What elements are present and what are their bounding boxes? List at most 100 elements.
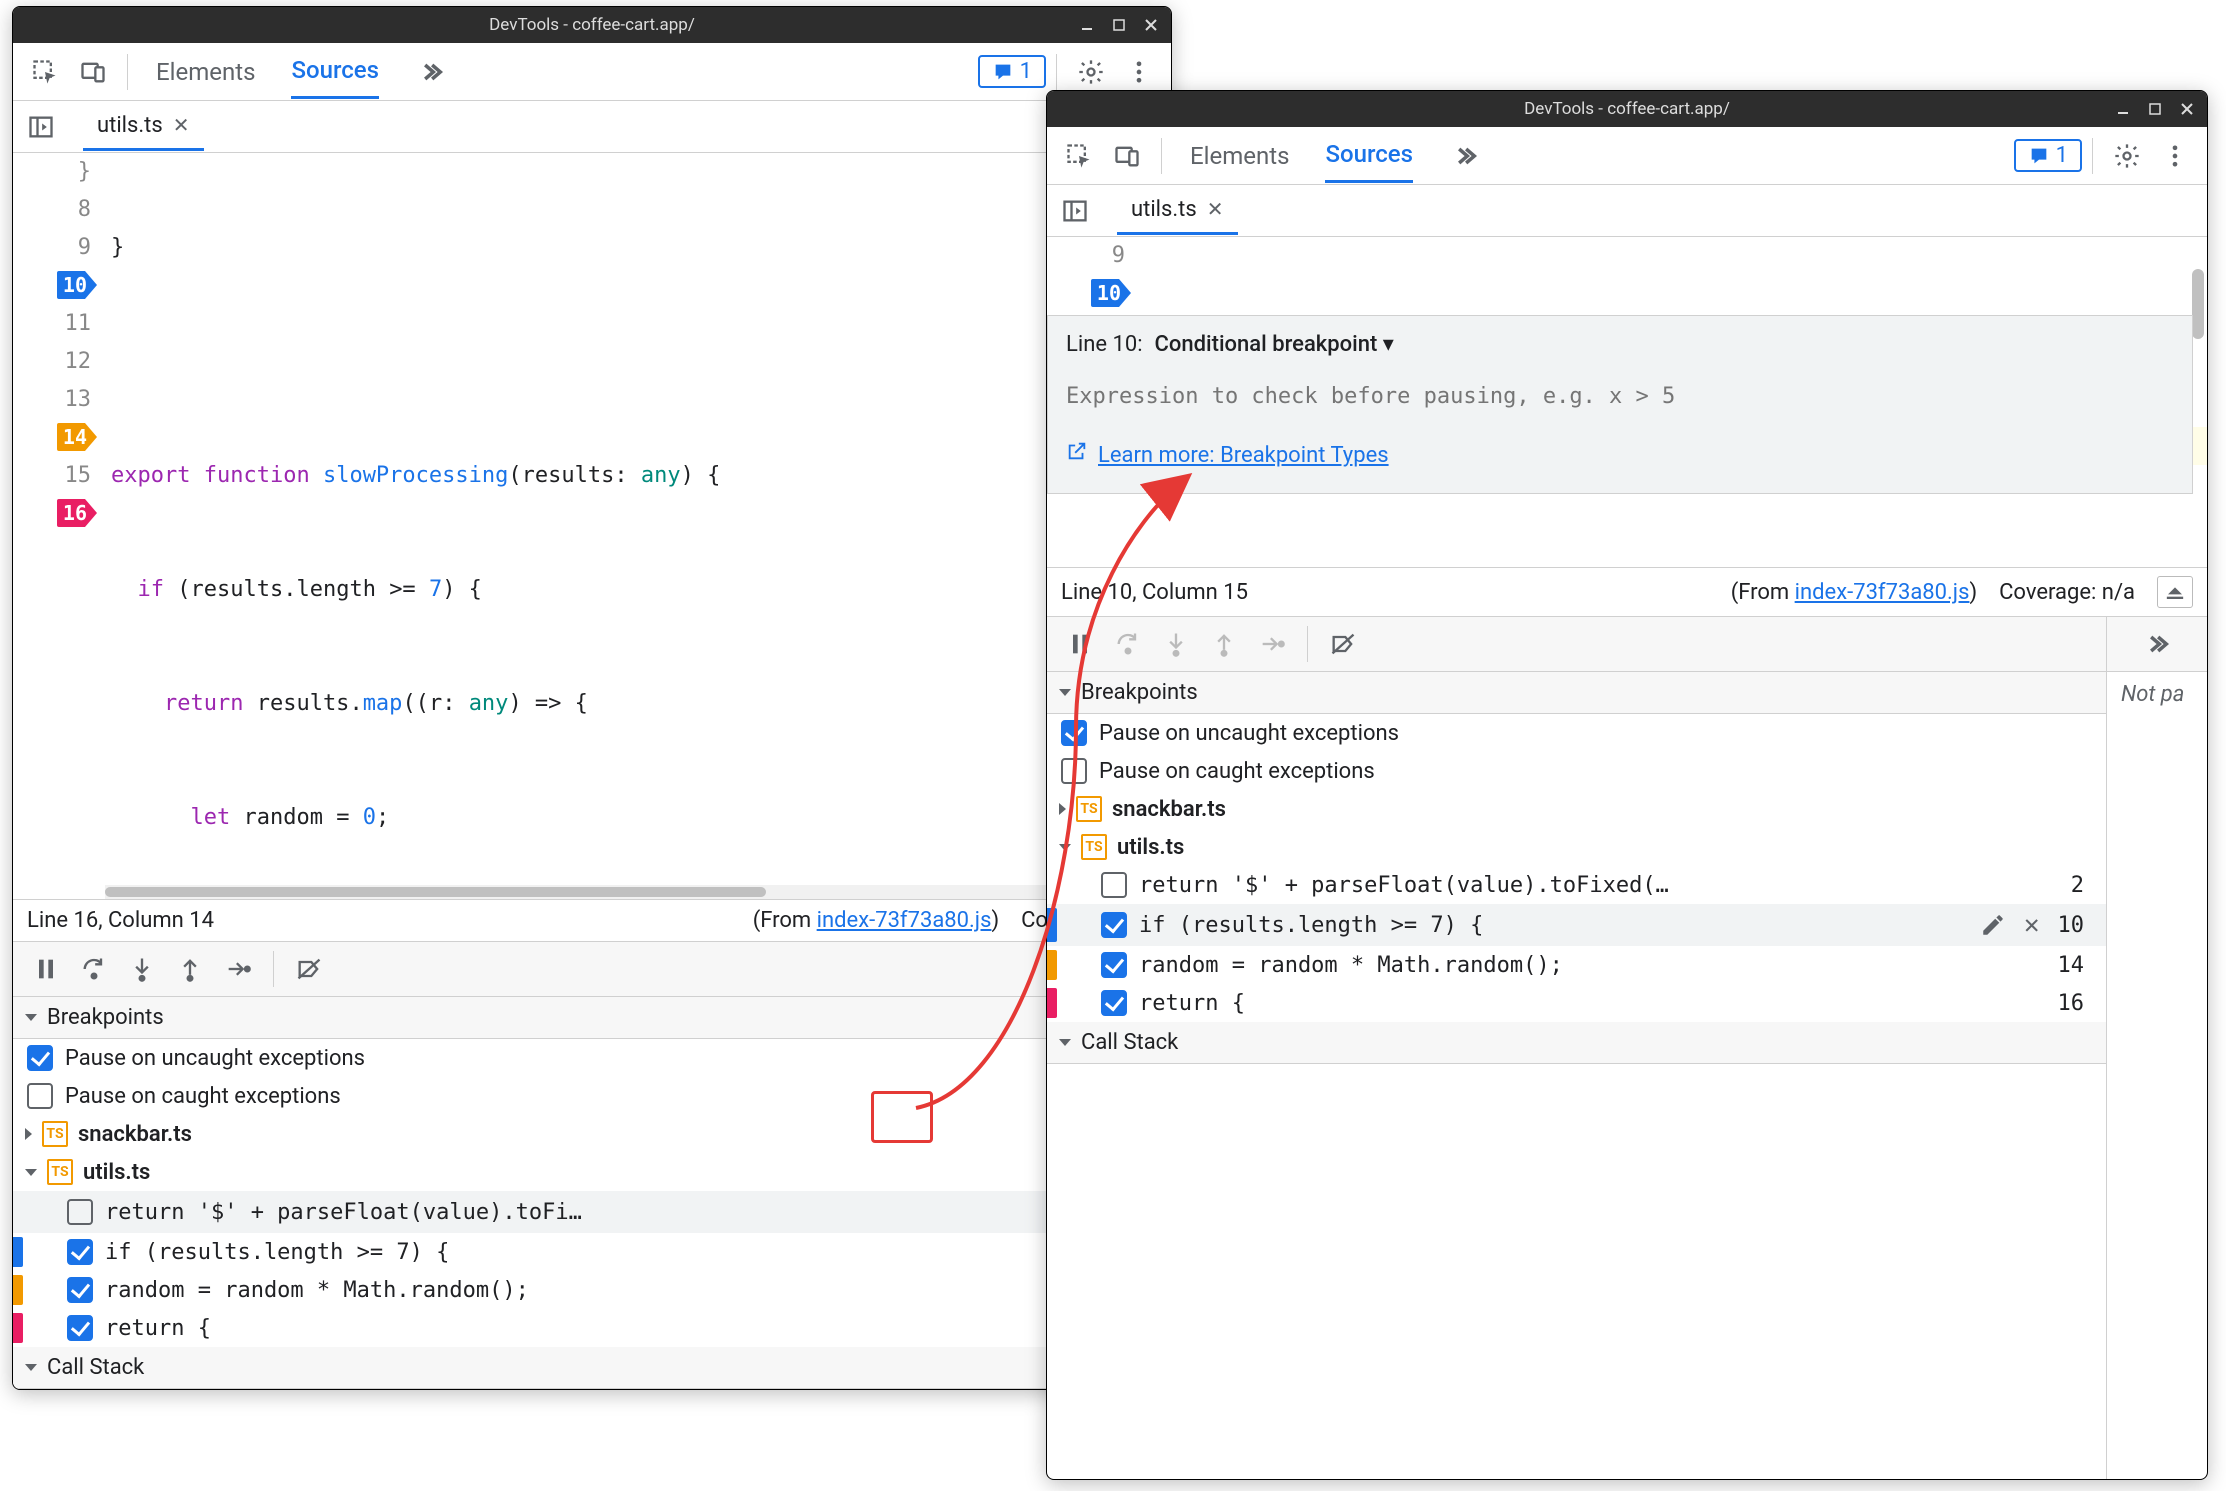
collapse-icon[interactable] [2157,576,2193,608]
breakpoint-marker-icon[interactable]: 14 [57,423,97,451]
code-editor[interactable]: } 8 9 10 11 12 13 ?14 15 16 } export fun… [13,153,1171,885]
breakpoint-item[interactable]: return {16 [1047,984,2106,1022]
callstack-header[interactable]: Call Stack [13,1347,1171,1389]
window-minimize-button[interactable] [2109,98,2137,120]
inspect-element-icon[interactable] [21,48,69,96]
source-map-link[interactable]: index-73f73a80.js [1795,580,1970,605]
checkbox-icon[interactable] [67,1239,93,1265]
navigator-toggle-icon[interactable] [1053,187,1097,235]
coverage-info: Coverage: n/a [1999,580,2135,605]
tab-sources[interactable]: Sources [1325,128,1413,183]
breakpoint-file-snackbar[interactable]: TSsnackbar.ts [13,1115,1171,1153]
breakpoint-file-utils[interactable]: TSutils.ts [1047,828,2106,866]
file-tab-utils[interactable]: utils.ts ✕ [83,103,204,151]
learn-more-link[interactable]: Learn more: Breakpoint Types [1066,437,1389,475]
step-out-icon[interactable] [167,948,213,990]
source-map-link[interactable]: index-73f73a80.js [817,908,992,933]
checkbox-icon[interactable] [1061,720,1087,746]
breakpoint-file-snackbar[interactable]: TSsnackbar.ts [1047,790,2106,828]
checkbox-icon[interactable] [1101,912,1127,938]
checkbox-icon[interactable] [67,1315,93,1341]
step-into-icon[interactable] [119,948,165,990]
step-out-icon[interactable] [1201,623,1247,665]
callstack-header[interactable]: Call Stack [1047,1022,2106,1064]
kebab-menu-icon[interactable] [2151,132,2199,180]
breakpoint-marker-icon[interactable]: 10 [1091,279,1131,307]
settings-gear-icon[interactable] [1067,48,1115,96]
window-titlebar[interactable]: DevTools - coffee-cart.app/ [1047,91,2207,127]
deactivate-breakpoints-icon[interactable] [286,948,332,990]
horizontal-scrollbar[interactable] [105,885,1171,899]
editor-statusbar: Line 16, Column 14 (From index-73f73a80.… [13,899,1171,941]
pause-caught-row[interactable]: Pause on caught exceptions [1047,752,2106,790]
window-title: DevTools - coffee-cart.app/ [1524,99,1730,119]
pause-uncaught-row[interactable]: Pause on uncaught exceptions [13,1039,1171,1077]
breakpoint-item[interactable]: random = random * Math.random();14 [1047,946,2106,984]
step-over-icon[interactable] [71,948,117,990]
checkbox-icon[interactable] [67,1199,93,1225]
close-tab-icon[interactable]: ✕ [173,113,190,137]
step-into-icon[interactable] [1153,623,1199,665]
cursor-position: Line 16, Column 14 [27,908,214,933]
checkbox-icon[interactable] [1061,758,1087,784]
window-close-button[interactable] [2173,98,2201,120]
inspect-element-icon[interactable] [1055,132,1103,180]
checkbox-icon[interactable] [1101,990,1127,1016]
edit-breakpoint-icon[interactable] [1980,912,2006,938]
breakpoint-marker-icon[interactable]: 10 [57,271,97,299]
tab-elements[interactable]: Elements [156,46,255,98]
pause-resume-icon[interactable] [23,948,69,990]
code-editor[interactable]: 9 10 export function slowProcessing(resu… [1047,237,2207,567]
breakpoint-item[interactable]: return '$' + parseFloat(value).toFi… ✕ 2 [13,1191,1171,1233]
breakpoints-header[interactable]: Breakpoints [13,997,1171,1039]
deactivate-breakpoints-icon[interactable] [1320,623,1366,665]
devtools-window-right: DevTools - coffee-cart.app/ Elements Sou… [1046,90,2208,1480]
console-messages-button[interactable]: 1 [978,55,1046,88]
window-minimize-button[interactable] [1073,14,1101,36]
breakpoint-item[interactable]: random = random * Math.random();14 [13,1271,1171,1309]
breakpoint-marker-icon[interactable]: 16 [57,499,97,527]
pause-resume-icon[interactable] [1057,623,1103,665]
more-tabs-icon[interactable] [415,48,447,96]
checkbox-icon[interactable] [27,1083,53,1109]
pause-uncaught-row[interactable]: Pause on uncaught exceptions [1047,714,2106,752]
breakpoint-file-utils[interactable]: TSutils.ts [13,1153,1171,1191]
kebab-menu-icon[interactable] [1115,48,1163,96]
more-tabs-icon[interactable] [2139,623,2175,665]
console-messages-button[interactable]: 1 [2014,139,2082,172]
remove-breakpoint-icon[interactable]: ✕ [2018,910,2046,940]
file-tab-utils[interactable]: utils.ts ✕ [1117,187,1238,235]
tab-elements[interactable]: Elements [1190,130,1289,182]
window-close-button[interactable] [1137,14,1165,36]
breakpoint-item[interactable]: if (results.length >= 7) {10 [13,1233,1171,1271]
vertical-scrollbar[interactable] [2191,237,2205,567]
window-maximize-button[interactable] [2141,98,2169,120]
settings-gear-icon[interactable] [2103,132,2151,180]
checkbox-icon[interactable] [1101,872,1127,898]
breakpoint-item[interactable]: return {16 [13,1309,1171,1347]
tab-sources[interactable]: Sources [291,44,379,99]
line-gutter[interactable]: } 8 9 10 11 12 13 ?14 15 16 [13,153,105,885]
breakpoint-type-dropdown[interactable]: Conditional breakpoint ▾ [1155,326,1394,364]
pause-caught-row[interactable]: Pause on caught exceptions [13,1077,1171,1115]
breakpoint-item[interactable]: return '$' + parseFloat(value).toFixed(…… [1047,866,2106,904]
close-tab-icon[interactable]: ✕ [1207,197,1224,221]
code-content[interactable]: } export function slowProcessing(results… [105,153,1171,885]
separator [1161,138,1162,174]
window-titlebar[interactable]: DevTools - coffee-cart.app/ [13,7,1171,43]
navigator-toggle-icon[interactable] [19,103,63,151]
breakpoint-item[interactable]: if (results.length >= 7) { ✕ 10 [1047,904,2106,946]
checkbox-icon[interactable] [1101,952,1127,978]
device-toolbar-icon[interactable] [69,48,117,96]
checkbox-icon[interactable] [67,1277,93,1303]
device-toolbar-icon[interactable] [1103,132,1151,180]
more-tabs-icon[interactable] [1449,132,1481,180]
breakpoints-header[interactable]: Breakpoints [1047,672,2106,714]
checkbox-icon[interactable] [27,1045,53,1071]
step-over-icon[interactable] [1105,623,1151,665]
step-icon[interactable] [1249,623,1295,665]
message-count: 1 [1020,59,1032,84]
breakpoint-expression-input[interactable] [1066,384,2174,409]
window-maximize-button[interactable] [1105,14,1133,36]
step-icon[interactable] [215,948,261,990]
